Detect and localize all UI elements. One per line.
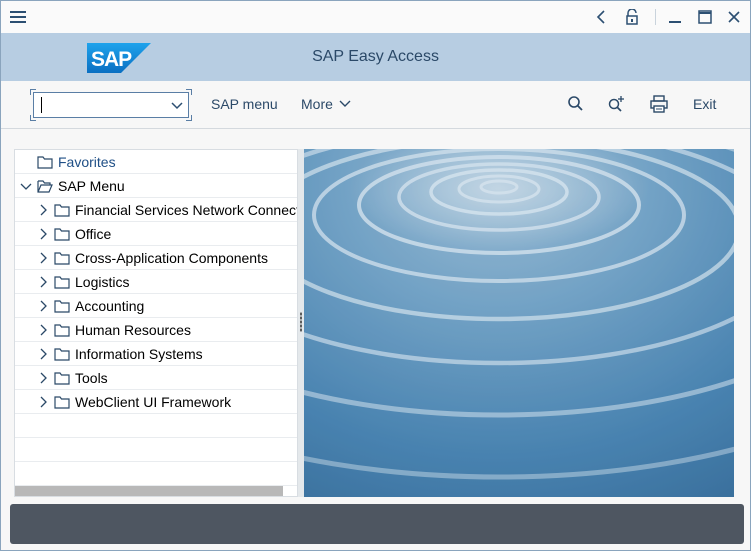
tree-item[interactable]: Office	[15, 222, 297, 246]
folder-icon	[37, 156, 53, 169]
tree-item-label: Financial Services Network Connect	[75, 202, 298, 218]
folder-icon	[54, 396, 70, 409]
focus-corner	[30, 89, 36, 95]
tree-item[interactable]: Accounting	[15, 294, 297, 318]
tree-item-label: Logistics	[75, 274, 130, 290]
print-icon[interactable]	[649, 94, 669, 114]
tree-empty-row	[15, 438, 297, 462]
tree-item-label: Office	[75, 226, 112, 242]
focus-corner	[186, 115, 192, 121]
tree-item-sap-menu[interactable]: SAP Menu	[15, 174, 297, 198]
focus-corner	[186, 89, 192, 95]
folder-icon	[54, 252, 70, 265]
horizontal-scrollbar[interactable]	[15, 486, 283, 496]
tree-item[interactable]: Human Resources	[15, 318, 297, 342]
status-bar	[10, 504, 744, 544]
chevron-right-icon[interactable]	[37, 204, 49, 216]
folder-icon	[54, 276, 70, 289]
chevron-right-icon[interactable]	[37, 276, 49, 288]
chevron-right-icon[interactable]	[37, 300, 49, 312]
text-cursor	[41, 97, 42, 113]
tree-item[interactable]: Information Systems	[15, 342, 297, 366]
chevron-right-icon[interactable]	[37, 348, 49, 360]
tree-item-label: Information Systems	[75, 346, 203, 362]
search-icon[interactable]	[566, 94, 586, 114]
tree-item[interactable]: Tools	[15, 366, 297, 390]
tree-item-label: Favorites	[58, 154, 116, 170]
page-title: SAP Easy Access	[312, 48, 439, 65]
lock-icon[interactable]	[621, 7, 643, 27]
chevron-right-icon[interactable]	[37, 228, 49, 240]
command-field[interactable]	[33, 92, 189, 118]
chevron-down-icon[interactable]	[170, 98, 184, 112]
tree-empty-row	[15, 462, 297, 486]
app-header: SAP SAP Easy Access	[1, 33, 750, 81]
chevron-right-icon[interactable]	[37, 372, 49, 384]
chevron-right-icon[interactable]	[37, 396, 49, 408]
close-icon[interactable]	[723, 7, 745, 27]
focus-corner	[30, 115, 36, 121]
minimize-icon[interactable]	[664, 7, 686, 27]
tree-item-label: WebClient UI Framework	[75, 394, 232, 410]
command-input[interactable]	[40, 96, 160, 114]
folder-icon	[54, 348, 70, 361]
tree-item-label: SAP Menu	[58, 178, 125, 194]
tree-item-label: Accounting	[75, 298, 145, 314]
folder-icon	[54, 372, 70, 385]
folder-open-icon	[37, 180, 53, 193]
tree-item-favorites[interactable]: Favorites	[15, 150, 297, 174]
folder-icon	[54, 324, 70, 337]
splitter-grip[interactable]	[300, 312, 302, 332]
more-button[interactable]: More	[301, 96, 351, 112]
tree-item-label: Tools	[75, 370, 108, 386]
tree-item[interactable]: Cross-Application Components	[15, 246, 297, 270]
maximize-icon[interactable]	[694, 7, 716, 27]
titlebar-separator	[655, 9, 656, 25]
search-plus-icon[interactable]	[607, 94, 627, 114]
folder-icon	[54, 300, 70, 313]
sap-gui-window: SAP SAP Easy Access SAP menu More Exit F…	[0, 0, 751, 551]
chevron-right-icon[interactable]	[37, 324, 49, 336]
water-ripple-image	[304, 149, 734, 497]
chevron-down-icon[interactable]	[20, 180, 32, 192]
back-icon[interactable]	[590, 7, 612, 27]
tree-item[interactable]: Logistics	[15, 270, 297, 294]
tree-empty-row	[15, 414, 297, 438]
more-label: More	[301, 96, 333, 112]
folder-icon	[54, 228, 70, 241]
sap-menu-button[interactable]: SAP menu	[211, 96, 278, 112]
menu-icon[interactable]	[9, 9, 29, 25]
toolbar: SAP menu More Exit	[1, 81, 750, 129]
chevron-down-icon	[339, 100, 351, 107]
title-bar	[1, 1, 750, 33]
tree-item[interactable]: Financial Services Network Connect	[15, 198, 298, 222]
chevron-right-icon[interactable]	[37, 252, 49, 264]
folder-icon	[54, 204, 70, 217]
tree-item-label: Human Resources	[75, 322, 191, 338]
sap-menu-tree: Favorites SAP Menu Financial Services Ne…	[14, 149, 298, 497]
exit-button[interactable]: Exit	[693, 96, 716, 112]
tree-item-label: Cross-Application Components	[75, 250, 268, 266]
tree-item[interactable]: WebClient UI Framework	[15, 390, 297, 414]
